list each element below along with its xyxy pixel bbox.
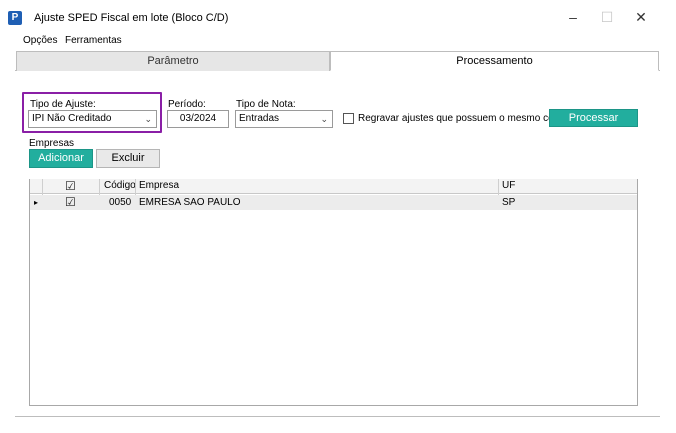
empresas-grid[interactable]	[29, 179, 638, 406]
processar-button[interactable]: Processar	[549, 109, 638, 127]
chevron-down-icon: ⌄	[144, 114, 152, 124]
regravar-checkbox[interactable]	[343, 113, 354, 124]
minimize-icon[interactable]: –	[558, 6, 588, 28]
tab-processamento[interactable]: Processamento	[330, 51, 659, 71]
adicionar-button[interactable]: Adicionar	[29, 149, 93, 168]
cell-uf: SP	[502, 197, 516, 208]
close-icon[interactable]: ✕	[626, 6, 656, 28]
app-icon: P	[8, 11, 22, 25]
excluir-button[interactable]: Excluir	[96, 149, 160, 168]
tipo-nota-select[interactable]: Entradas ⌄	[235, 110, 333, 128]
bottom-divider	[15, 416, 660, 417]
window-title: Ajuste SPED Fiscal em lote (Bloco C/D)	[34, 12, 229, 24]
row-indicator-icon: ▸	[34, 198, 39, 207]
empresas-label: Empresas	[29, 138, 75, 149]
menu-ferramentas[interactable]: Ferramentas	[65, 35, 122, 46]
tipo-ajuste-value: IPI Não Creditado	[32, 113, 112, 124]
column-codigo[interactable]: Código	[104, 179, 136, 194]
column-uf[interactable]: UF	[502, 179, 515, 194]
maximize-icon[interactable]: ☐	[592, 6, 622, 28]
tipo-ajuste-label: Tipo de Ajuste:	[30, 99, 96, 110]
header-check-icon[interactable]: ☑	[65, 180, 76, 192]
row-check-icon[interactable]: ☑	[65, 196, 76, 208]
periodo-input[interactable]: 03/2024	[167, 110, 229, 128]
tab-parametro[interactable]: Parâmetro	[16, 51, 330, 71]
tipo-ajuste-select[interactable]: IPI Não Creditado ⌄	[28, 110, 157, 128]
tipo-nota-value: Entradas	[239, 113, 280, 124]
cell-codigo: 0050	[109, 197, 132, 208]
chevron-down-icon: ⌄	[320, 114, 328, 124]
tipo-nota-label: Tipo de Nota:	[236, 99, 296, 110]
column-empresa[interactable]: Empresa	[139, 179, 179, 194]
regravar-label: Regravar ajustes que possuem o mesmo cód…	[358, 113, 573, 124]
periodo-label: Período:	[168, 99, 206, 110]
menu-opcoes[interactable]: Opções	[23, 35, 57, 46]
cell-empresa: EMRESA SAO PAULO	[139, 197, 241, 208]
